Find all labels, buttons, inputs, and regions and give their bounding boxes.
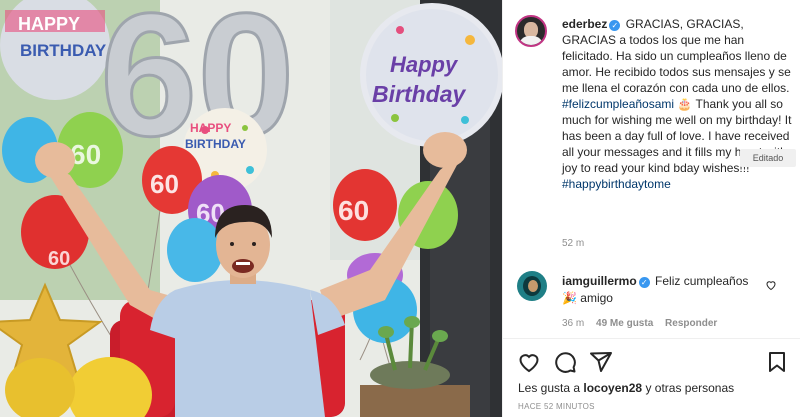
comment-meta: 36 m 49 Me gusta Responder <box>562 318 726 329</box>
svg-text:HAPPY: HAPPY <box>190 121 231 135</box>
ederbez-avatar[interactable] <box>515 15 547 47</box>
svg-text:Birthday: Birthday <box>372 81 467 107</box>
likes-prefix: Les gusta a <box>518 381 581 395</box>
svg-text:60: 60 <box>338 195 369 226</box>
hashtag-happy-birthday[interactable]: #happybirthdaytome <box>562 177 671 191</box>
hashtag-feliz-cumpleanos[interactable]: #felizcumpleañosami <box>562 97 674 111</box>
svg-text:HAPPY: HAPPY <box>18 14 80 34</box>
bookmark-icon[interactable] <box>765 350 789 374</box>
likes-summary: Les gusta a locoyen28 y otras personas <box>518 381 734 395</box>
balloon-60-red-right: 60 <box>333 169 397 241</box>
happy-birthday-balloon-right: Happy Birthday <box>360 3 502 147</box>
svg-text:BIRTHDAY: BIRTHDAY <box>20 41 107 60</box>
likes-user[interactable]: locoyen28 <box>583 381 642 395</box>
comment-likes[interactable]: 49 Me gusta <box>596 318 653 329</box>
heart-icon[interactable] <box>517 350 541 374</box>
cake-emoji-icon: 🎂 <box>677 97 693 111</box>
verified-icon: ✓ <box>609 20 621 31</box>
post-photo[interactable]: HAPPY BIRTHDAY 60 Happy Birthday HAPPY B… <box>0 0 502 417</box>
birthday-photo-illustration: HAPPY BIRTHDAY 60 Happy Birthday HAPPY B… <box>0 0 502 417</box>
comment-like-heart-icon[interactable] <box>765 279 777 291</box>
divider <box>503 338 800 339</box>
post-sidebar: ederbez ✓ GRACIAS, GRACIAS, GRACIAS a tod… <box>502 0 800 417</box>
post-time[interactable]: 52 m <box>562 238 584 249</box>
party-emoji-icon: 🎉 <box>562 291 577 305</box>
comment: iamguillermo ✓ Feliz cumpleaños 🎉 amigo <box>562 273 762 307</box>
svg-text:60: 60 <box>70 139 101 170</box>
balloon-blue-bottom <box>167 218 223 282</box>
send-icon[interactable] <box>589 350 613 374</box>
iamguillermo-avatar[interactable] <box>517 271 547 301</box>
svg-text:60: 60 <box>48 248 70 270</box>
svg-text:60: 60 <box>150 169 179 199</box>
likes-suffix[interactable]: y otras personas <box>645 381 734 395</box>
comment-text-2: amigo <box>580 291 613 305</box>
comment-time[interactable]: 36 m <box>562 318 584 329</box>
comment-icon[interactable] <box>553 350 577 374</box>
reply-button[interactable]: Responder <box>665 318 717 329</box>
edited-tooltip: Editado <box>740 149 796 167</box>
comment-username[interactable]: iamguillermo <box>562 274 637 288</box>
post-age[interactable]: HACE 52 MINUTOS <box>518 402 595 411</box>
post-username[interactable]: ederbez <box>562 17 607 31</box>
svg-text:Happy: Happy <box>390 52 459 77</box>
comment-text-1: Feliz cumpleaños <box>655 274 749 288</box>
svg-text:BIRTHDAY: BIRTHDAY <box>185 137 246 151</box>
verified-icon: ✓ <box>638 277 650 288</box>
